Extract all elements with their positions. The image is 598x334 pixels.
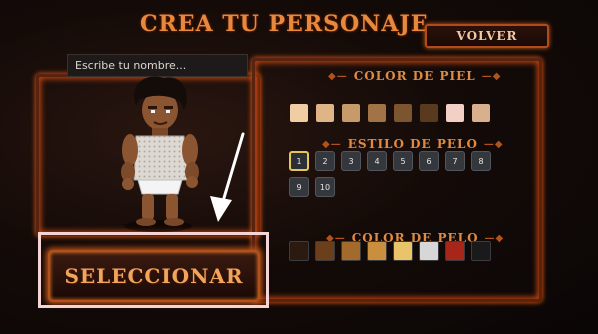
back-button[interactable]: VOLVER [425,24,549,48]
page-title: CREA TU PERSONAJE [140,11,429,37]
skin-color-swatch[interactable] [394,104,412,122]
hair-style-option[interactable]: 2 [315,151,335,171]
hair-style-option[interactable]: 10 [315,177,335,197]
hair-style-heading: ◆— ESTILO DE PELO —◆ [322,137,504,151]
skin-color-label: COLOR DE PIEL [353,69,476,83]
skin-color-swatch[interactable] [342,104,360,122]
hair-style-label: ESTILO DE PELO [347,137,478,151]
hair-color-swatch[interactable] [289,241,309,261]
hair-style-option[interactable]: 4 [367,151,387,171]
pointer-arrow [210,132,245,222]
ornament-left-icon: ◆— [328,70,348,82]
hair-style-option[interactable]: 5 [393,151,413,171]
hair-style-option[interactable]: 7 [445,151,465,171]
hair-style-option[interactable]: 8 [471,151,491,171]
character-avatar [121,76,199,232]
hair-color-swatch[interactable] [393,241,413,261]
hair-style-option[interactable]: 6 [419,151,439,171]
skin-color-swatch[interactable] [368,104,386,122]
skin-color-swatch[interactable] [446,104,464,122]
ornament-left-icon: ◆— [322,138,342,150]
hair-style-option[interactable]: 1 [289,151,309,171]
skin-color-swatch[interactable] [290,104,308,122]
skin-color-swatch[interactable] [316,104,334,122]
hair-color-swatch[interactable] [367,241,387,261]
skin-color-heading: ◆— COLOR DE PIEL —◆ [328,69,501,83]
hair-color-swatch[interactable] [419,241,439,261]
hair-color-swatch[interactable] [445,241,465,261]
hair-color-swatch[interactable] [341,241,361,261]
skin-color-swatch[interactable] [420,104,438,122]
select-highlight-box [38,232,269,308]
hair-style-option[interactable]: 3 [341,151,361,171]
hair-color-swatch[interactable] [471,241,491,261]
skin-color-swatch[interactable] [472,104,490,122]
ornament-right-icon: —◆ [483,138,504,150]
hair-color-swatch[interactable] [315,241,335,261]
hair-style-option[interactable]: 9 [289,177,309,197]
ornament-right-icon: —◆ [481,70,502,82]
